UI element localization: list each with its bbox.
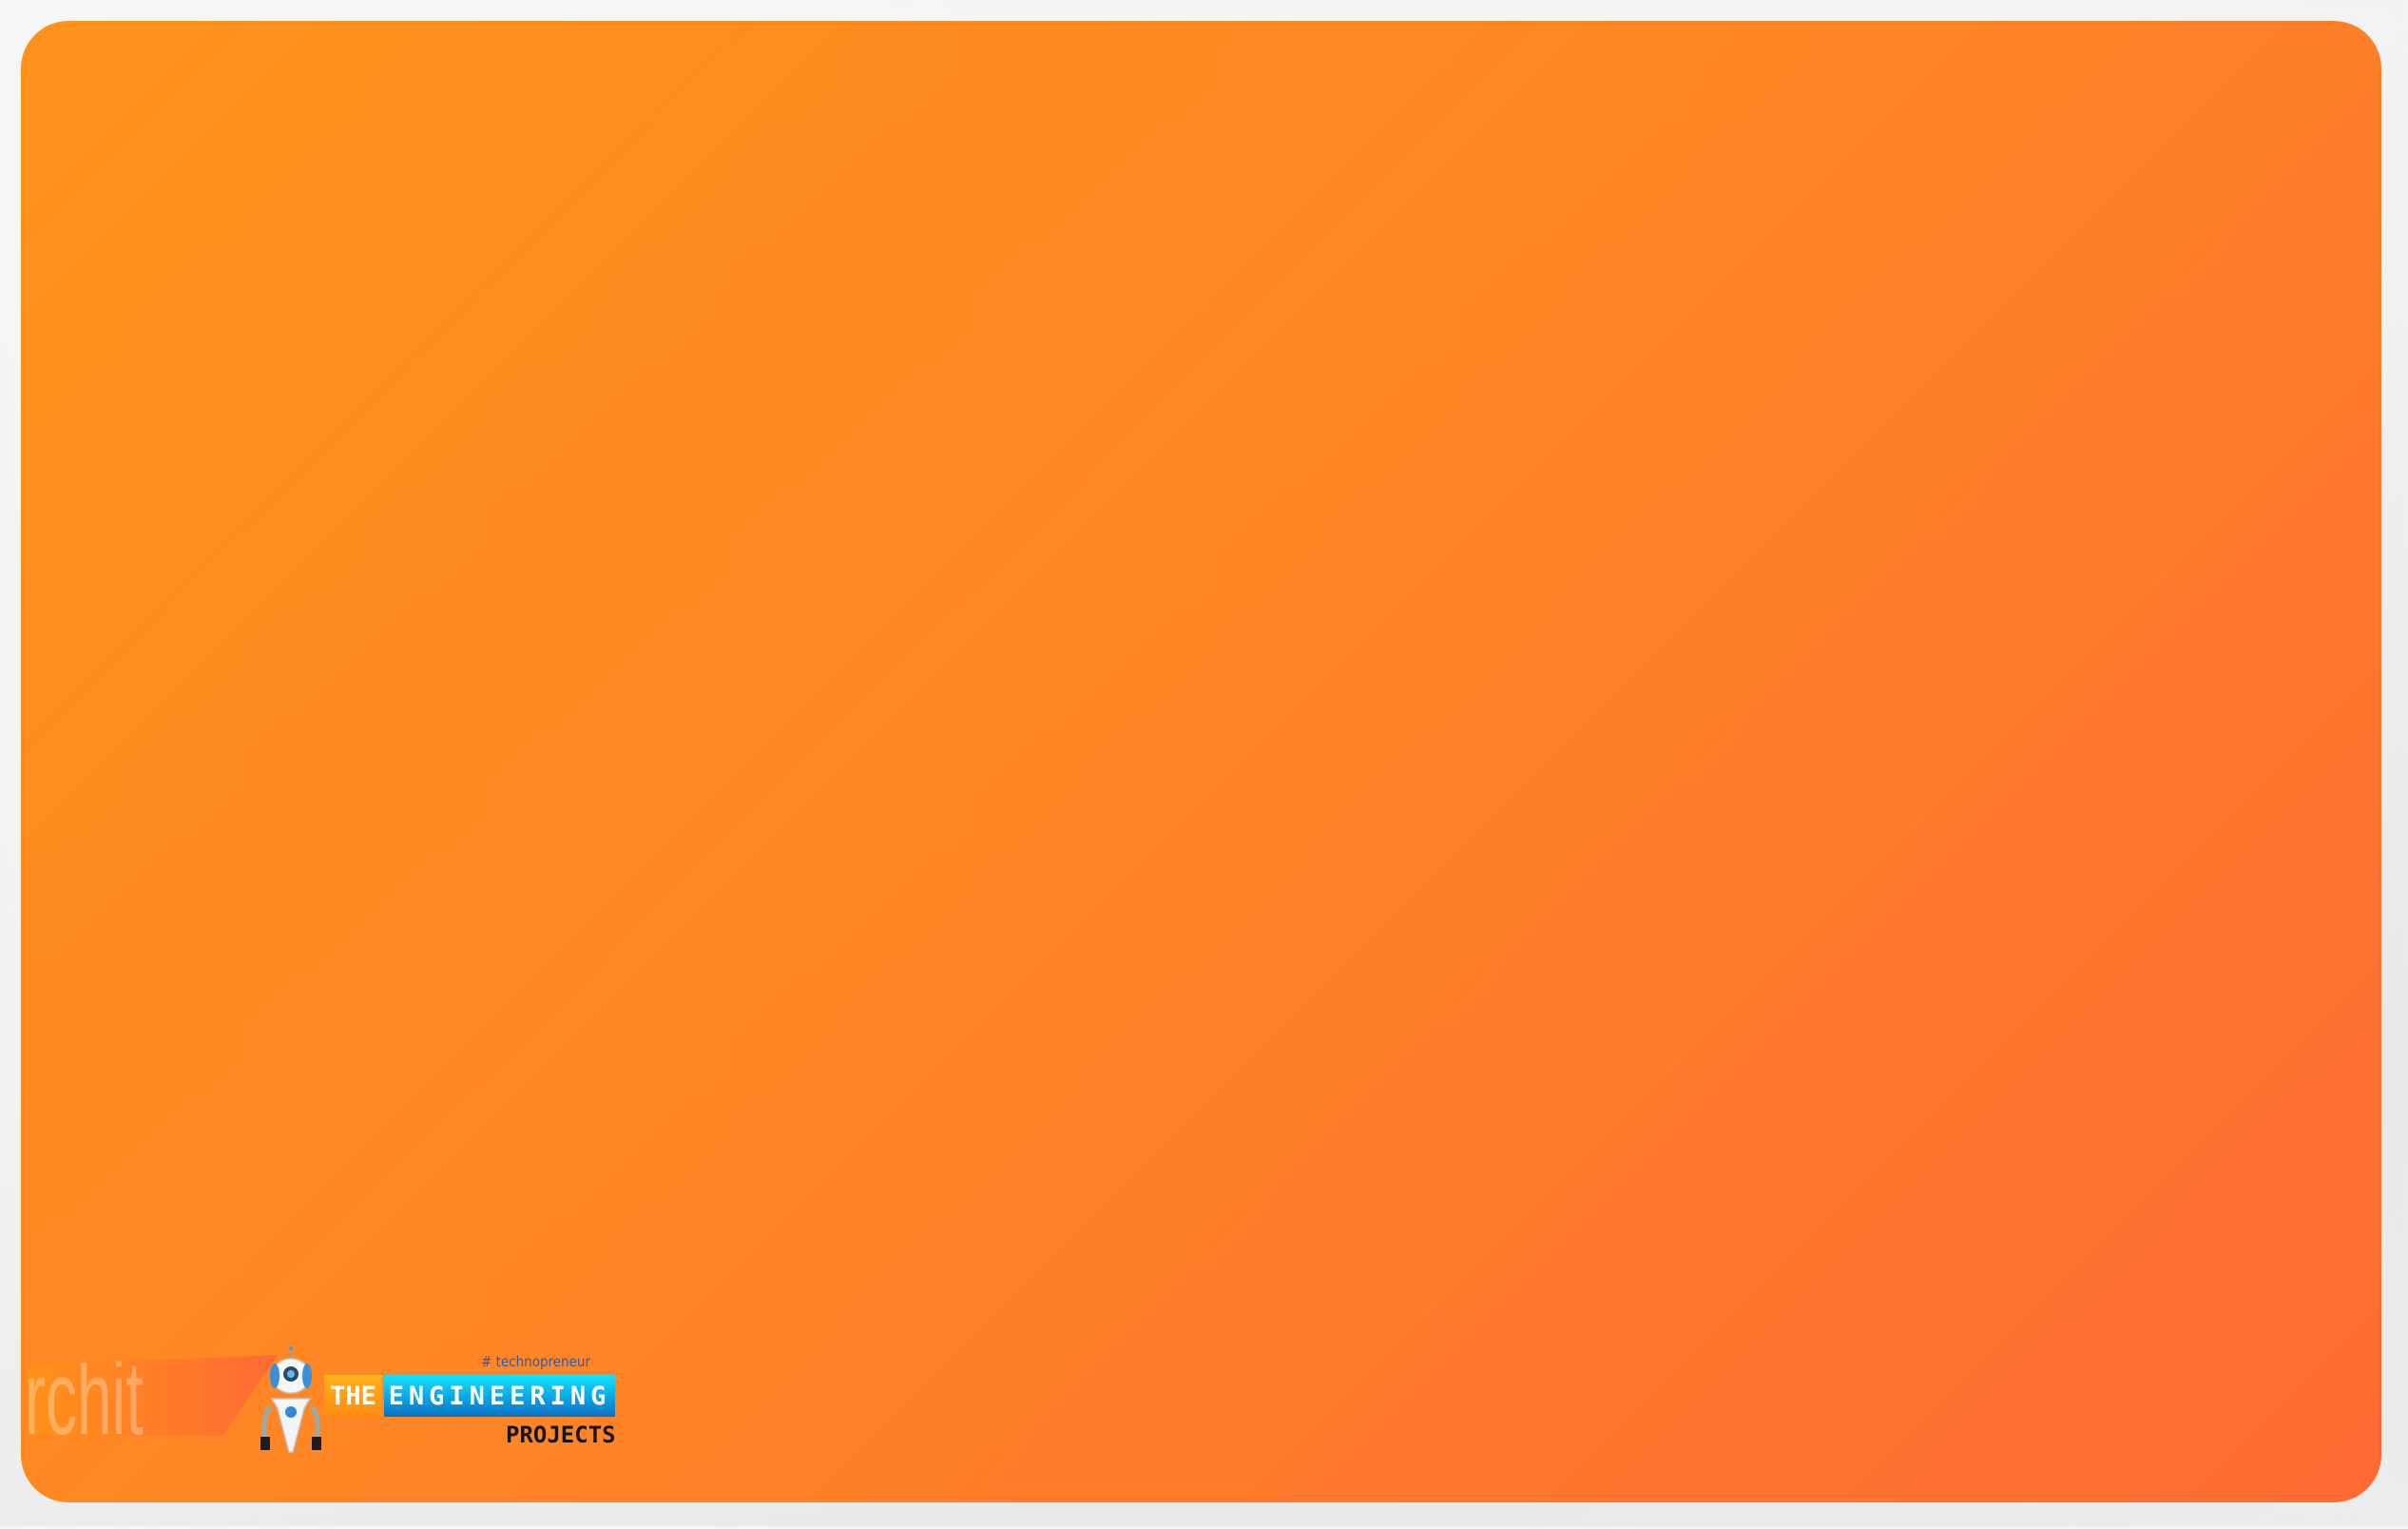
node-device-1: Device 1 — [1818, 498, 2077, 577]
node-device-4: Device 4 — [1947, 1035, 2206, 1113]
title-accent-band-text: The Pi-Hole Architecture — [1241, 212, 2201, 293]
node-router-label: Router — [1446, 644, 1586, 686]
edge-router-device3 — [1671, 711, 2048, 931]
edge-router-device5 — [1586, 733, 1803, 1224]
node-docker: Docker — [780, 950, 1128, 1055]
node-device-2-label: Device 2 — [1997, 678, 2156, 732]
node-docker-label: Docker — [879, 980, 1029, 1025]
node-device-2: Device 2 — [1947, 666, 2206, 745]
edge-pihole-router — [937, 705, 1335, 807]
title-accent-band: The Pi-Hole Architecture — [1241, 212, 2381, 293]
node-device-1-label: Device 1 — [1868, 511, 2027, 565]
node-pihole-label: Pi- hole — [873, 866, 1035, 911]
logo-tagline: # technopreneur — [481, 1353, 591, 1370]
node-internet-label: Internet — [173, 741, 496, 821]
node-internet: Internet — [116, 715, 553, 846]
edge-internet-baseos — [305, 869, 745, 1121]
edge-router-device1 — [1681, 538, 1803, 633]
page-title-text: The Pi-Hole Architecture — [86, 151, 1082, 313]
logo-word-engineering: ENGINEERING — [384, 1375, 615, 1417]
brand-logo: rchit # technopreneur THE ENGINEERING PR… — [21, 1345, 629, 1460]
node-device-5-label: Device 5 — [1865, 1176, 2024, 1230]
node-device-4-label: Device 4 — [1997, 1047, 2156, 1101]
node-device-5: Device 5 — [1815, 1164, 2074, 1243]
logo-word-the: THE — [324, 1375, 382, 1417]
edge-router-device4 — [1638, 728, 1941, 1118]
node-device-3: Device 3 — [2055, 845, 2315, 924]
robot-mascot-icon — [260, 1346, 321, 1453]
node-device-3-label: Device 3 — [2106, 858, 2264, 912]
edge-router-device2 — [1690, 649, 1929, 698]
logo-band-text: rchit — [29, 1355, 144, 1436]
node-base-os-label: Base OS — [865, 1094, 1043, 1139]
logo-orange-band: rchit — [29, 1355, 278, 1436]
logo-word-projects: PROJECTS — [506, 1422, 616, 1448]
node-router: Router — [1350, 614, 1682, 715]
node-base-os: Base OS — [780, 1064, 1128, 1170]
node-pihole: Pi- hole — [780, 836, 1128, 941]
